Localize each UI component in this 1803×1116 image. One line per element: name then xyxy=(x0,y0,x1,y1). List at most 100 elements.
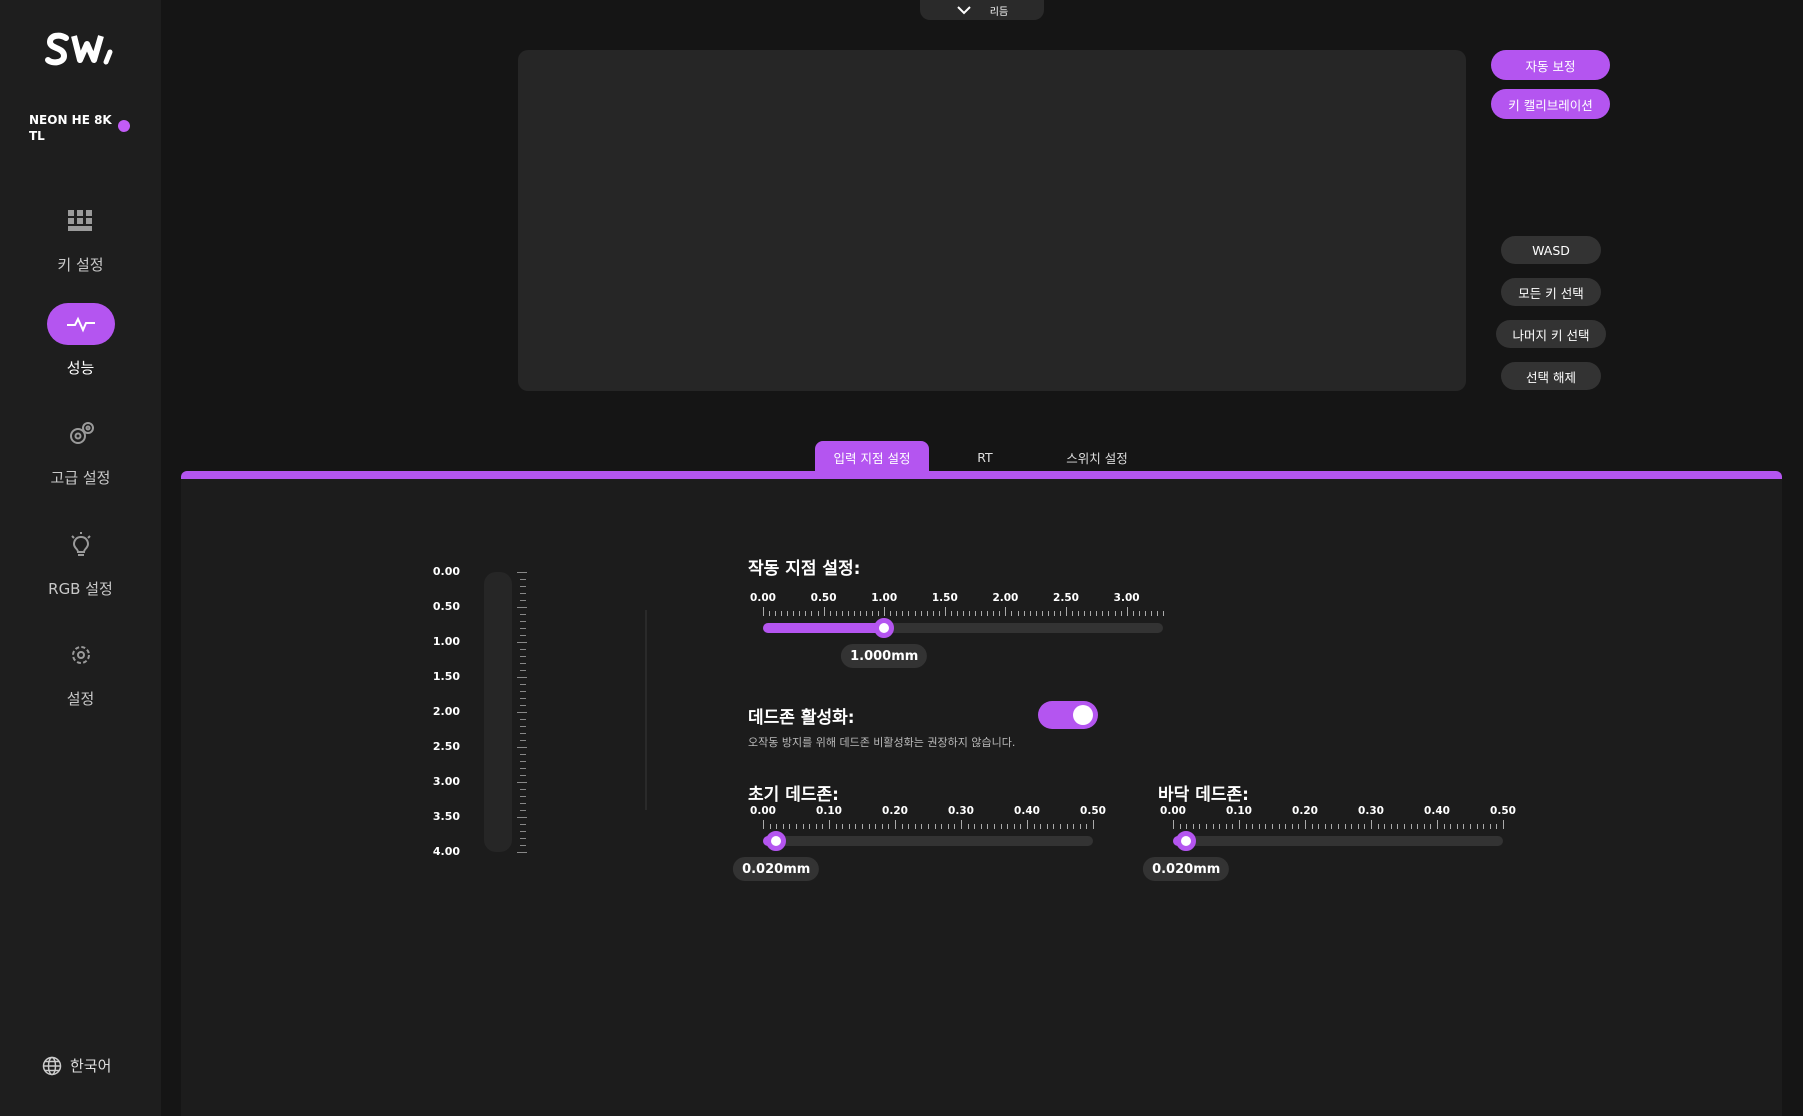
slider-tick xyxy=(1470,824,1471,829)
slider-tick xyxy=(1033,824,1035,829)
slider-tick xyxy=(829,611,831,616)
slider-scale-label: 0.40 xyxy=(1014,805,1040,817)
slider-tick xyxy=(980,824,982,829)
slider-tick xyxy=(782,824,784,829)
slider-tick xyxy=(1496,824,1498,829)
slider-tick xyxy=(1150,611,1152,616)
slider-tick xyxy=(1078,611,1080,616)
tab-input-point[interactable]: 입력 지점 설정 xyxy=(815,441,929,473)
slider-track[interactable] xyxy=(1173,836,1503,846)
slider-tick xyxy=(1417,824,1419,829)
slider-tick xyxy=(1114,611,1116,616)
key-travel-track xyxy=(484,572,512,852)
slider-tick xyxy=(1404,824,1405,829)
device-name: NEON HE 8K TL xyxy=(29,113,112,143)
tab-rt[interactable]: RT xyxy=(929,441,1041,473)
slider-tick xyxy=(787,611,789,616)
slider-tick xyxy=(781,611,783,616)
travel-scale-tick xyxy=(520,593,526,594)
wasd-button[interactable]: WASD xyxy=(1501,236,1601,264)
slider-tick xyxy=(1311,824,1313,829)
sidebar-item-label: 고급 설정 xyxy=(50,469,111,487)
travel-scale-tick xyxy=(517,817,527,818)
slider-tick xyxy=(1073,824,1075,829)
sidebar-item-settings[interactable]: 설정 xyxy=(0,634,161,709)
slider-thumb[interactable] xyxy=(1176,831,1197,851)
slider-thumb[interactable] xyxy=(874,618,895,638)
slider-tick xyxy=(974,824,976,829)
slider-tick xyxy=(763,820,764,829)
slider-tick xyxy=(796,824,797,829)
slider-tick xyxy=(890,611,892,616)
slider-scale-label: 0.00 xyxy=(750,805,776,817)
slider-tick xyxy=(1278,824,1280,829)
select-remaining-keys-button[interactable]: 나머지 키 선택 xyxy=(1496,320,1606,348)
slider-scale-label: 1.00 xyxy=(871,592,898,604)
deselect-button[interactable]: 선택 해제 xyxy=(1501,362,1601,390)
sidebar-item-key-settings[interactable]: 키 설정 xyxy=(0,200,161,275)
travel-scale-tick xyxy=(520,726,526,727)
gears-icon xyxy=(47,413,115,455)
select-all-keys-button[interactable]: 모든 키 선택 xyxy=(1501,278,1601,306)
travel-scale-tick xyxy=(517,607,527,608)
slider-scale-label: 2.00 xyxy=(992,592,1019,604)
slider-tick xyxy=(802,824,804,829)
slider-tick xyxy=(1212,824,1214,829)
slider-tick xyxy=(975,611,977,616)
tab-switch-settings[interactable]: 스위치 설정 xyxy=(1041,441,1153,473)
travel-scale-label: 2.50 xyxy=(432,740,460,753)
slider-tick xyxy=(1192,824,1194,829)
travel-scale-label: 0.50 xyxy=(432,600,460,613)
slider-tick xyxy=(987,824,989,829)
deadzone-toggle[interactable] xyxy=(1038,701,1098,729)
travel-scale-tick xyxy=(517,572,527,573)
slider-tick xyxy=(1047,611,1049,616)
slider-tick xyxy=(1476,824,1478,829)
slider-tick xyxy=(1239,820,1240,829)
language-label: 한국어 xyxy=(70,1057,112,1075)
slider-tick xyxy=(1285,824,1287,829)
slider-tick xyxy=(1079,824,1081,829)
slider-tick xyxy=(1059,611,1061,616)
slider-tick xyxy=(799,611,801,616)
slider-tick xyxy=(881,824,883,829)
slider-scale-label: 1.50 xyxy=(931,592,958,604)
slider-scale-label: 2.50 xyxy=(1053,592,1079,604)
slider-scale-label: 0.10 xyxy=(816,805,842,817)
slider-tick xyxy=(878,611,880,616)
sidebar-item-performance[interactable]: 성능 xyxy=(0,303,161,378)
slider-tick xyxy=(1066,607,1068,616)
slider-scale-label: 0.00 xyxy=(750,592,776,604)
auto-calibrate-button[interactable]: 자동 보정 xyxy=(1491,50,1610,80)
travel-scale-tick xyxy=(520,614,526,615)
slider-tick xyxy=(829,820,830,829)
slider-tick xyxy=(1086,824,1088,829)
slider-thumb[interactable] xyxy=(766,831,787,851)
top-collapse-handle[interactable]: 리듬 xyxy=(920,0,1044,20)
slider-tick xyxy=(1456,824,1458,829)
travel-scale-tick xyxy=(520,663,526,664)
sidebar-item-rgb-settings[interactable]: RGB 설정 xyxy=(0,524,161,599)
slider-tick xyxy=(1489,824,1491,829)
slider-tick xyxy=(969,611,971,616)
sidebar-item-advanced-settings[interactable]: 고급 설정 xyxy=(0,413,161,488)
slider-tick xyxy=(1298,824,1300,829)
keyboard-layout: Esc1.0000.200 0.400F11.0000.200 0.400F21… xyxy=(518,50,1491,846)
slider-tick xyxy=(1005,607,1007,616)
language-selector[interactable]: 한국어 xyxy=(42,1055,111,1076)
slider-tick xyxy=(928,824,929,829)
slider-tick xyxy=(793,611,795,616)
slider-tick xyxy=(1410,824,1412,829)
slider-tick xyxy=(1108,611,1110,616)
slider-tick xyxy=(789,824,791,829)
slider-tick xyxy=(1013,824,1015,829)
slider-tick xyxy=(947,824,949,829)
slider-tick xyxy=(902,611,904,616)
slider-tick xyxy=(884,607,886,616)
slider-tick xyxy=(926,611,928,616)
slider-tick xyxy=(981,611,983,616)
slider-tick xyxy=(1040,824,1042,829)
slider-track[interactable] xyxy=(763,836,1093,846)
slider-tick xyxy=(1344,824,1346,829)
key-calibration-button[interactable]: 키 캘리브레이션 xyxy=(1491,89,1610,119)
